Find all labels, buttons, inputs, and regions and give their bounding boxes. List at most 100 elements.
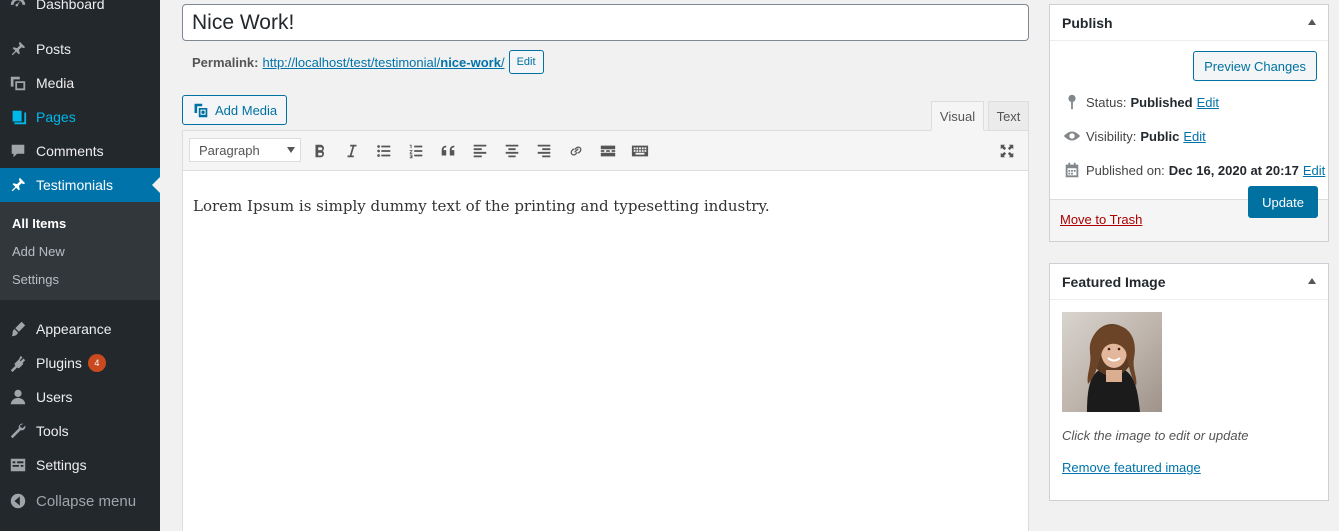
- comment-icon: [0, 142, 36, 160]
- sidebar-item-tools[interactable]: Tools: [0, 414, 160, 448]
- add-media-icon: [194, 103, 208, 117]
- sidebar-item-pages[interactable]: Pages: [0, 100, 160, 134]
- keyboard-icon: [631, 145, 649, 157]
- insert-link-button[interactable]: [564, 139, 588, 163]
- italic-icon: [347, 144, 357, 158]
- sidebar-item-testimonials[interactable]: Testimonials: [0, 168, 160, 202]
- bulleted-list-button[interactable]: [372, 139, 396, 163]
- active-indicator: [152, 177, 160, 193]
- read-more-button[interactable]: [596, 139, 620, 163]
- update-count-badge: 4: [87, 354, 106, 372]
- link-icon: [570, 146, 582, 156]
- pages-icon: [0, 108, 36, 126]
- move-to-trash-link[interactable]: Move to Trash: [1060, 212, 1142, 227]
- tab-visual[interactable]: Visual: [931, 101, 984, 131]
- status-row: Status: Published Edit: [1058, 92, 1219, 112]
- users-icon: [0, 388, 36, 406]
- admin-sidebar: Dashboard Posts Media Pages Comments Tes…: [0, 0, 160, 531]
- pushpin-icon: [0, 176, 36, 194]
- permalink-link[interactable]: http://localhost/test/testimonial/nice-w…: [262, 55, 504, 70]
- status-label: Status:: [1086, 94, 1127, 110]
- fullscreen-button[interactable]: [995, 139, 1019, 163]
- chevron-down-icon: [287, 147, 295, 153]
- remove-featured-image-link[interactable]: Remove featured image: [1062, 460, 1201, 475]
- sidebar-item-label: Pages: [36, 109, 76, 125]
- settings-icon: [0, 456, 36, 474]
- bold-button[interactable]: [308, 139, 332, 163]
- toolbar-toggle-button[interactable]: [628, 139, 652, 163]
- submenu-settings[interactable]: Settings: [12, 272, 59, 287]
- editor-toolbar: Paragraph: [183, 131, 1028, 171]
- content-editor: Paragraph Lorem Ipsum is simply dummy te…: [182, 130, 1029, 531]
- update-button[interactable]: Update: [1248, 186, 1318, 218]
- sidebar-item-label: Tools: [36, 423, 69, 439]
- edit-visibility-link[interactable]: Edit: [1183, 129, 1205, 144]
- collapse-toggle-icon[interactable]: [1308, 19, 1316, 25]
- sidebar-item-users[interactable]: Users: [0, 380, 160, 414]
- publish-box: Publish Preview Changes Status: Publishe…: [1049, 4, 1329, 242]
- calendar-icon: [1058, 161, 1086, 179]
- sidebar-item-label: Dashboard: [36, 0, 105, 12]
- collapse-menu-label: Collapse menu: [36, 492, 137, 510]
- align-left-button[interactable]: [468, 139, 492, 163]
- format-select[interactable]: Paragraph: [189, 138, 301, 162]
- numbered-list-icon: [409, 144, 423, 159]
- format-select-value: Paragraph: [199, 142, 260, 158]
- permalink-base: http://localhost/test/testimonial/: [262, 54, 441, 70]
- published-on-row: Published on: Dec 16, 2020 at 20:17 Edit: [1058, 160, 1325, 180]
- wrench-icon: [0, 422, 36, 440]
- status-value: Published: [1130, 94, 1193, 110]
- sidebar-item-dashboard[interactable]: Dashboard: [0, 0, 160, 21]
- submenu-add-new[interactable]: Add New: [12, 244, 65, 259]
- sidebar-item-label: Plugins: [36, 355, 82, 371]
- sidebar-item-posts[interactable]: Posts: [0, 32, 160, 66]
- plugin-icon: [0, 354, 36, 372]
- publish-box-header[interactable]: Publish: [1050, 5, 1328, 41]
- align-center-icon: [505, 144, 519, 158]
- sidebar-item-label: Testimonials: [36, 177, 114, 193]
- sidebar-item-label: Settings: [36, 457, 87, 473]
- bulleted-list-icon: [377, 145, 391, 157]
- visibility-value: Public: [1140, 128, 1180, 144]
- blockquote-icon: [441, 145, 455, 156]
- sidebar-item-comments[interactable]: Comments: [0, 134, 160, 168]
- permalink-tail: /: [500, 54, 505, 70]
- preview-changes-button[interactable]: Preview Changes: [1193, 51, 1317, 81]
- collapse-toggle-icon[interactable]: [1308, 278, 1316, 284]
- visibility-label: Visibility:: [1086, 128, 1137, 144]
- align-right-button[interactable]: [532, 139, 556, 163]
- bold-icon: [315, 144, 324, 158]
- sidebar-item-settings[interactable]: Settings: [0, 448, 160, 482]
- sidebar-item-media[interactable]: Media: [0, 66, 160, 100]
- permalink-row: Permalink: http://localhost/test/testimo…: [192, 50, 544, 74]
- permalink-slug: nice-work: [440, 54, 501, 70]
- pushpin-icon: [0, 40, 36, 58]
- align-center-button[interactable]: [500, 139, 524, 163]
- submenu-all-items[interactable]: All Items: [12, 216, 66, 231]
- sidebar-item-label: Users: [36, 389, 73, 405]
- featured-image-thumbnail[interactable]: [1062, 312, 1162, 412]
- edit-date-link[interactable]: Edit: [1303, 163, 1325, 178]
- eye-icon: [1058, 127, 1086, 145]
- collapse-menu-button[interactable]: Collapse menu: [0, 484, 160, 518]
- sidebar-item-label: Comments: [36, 143, 104, 159]
- featured-image-header[interactable]: Featured Image: [1050, 264, 1328, 300]
- featured-image-hint: Click the image to edit or update: [1062, 428, 1249, 443]
- tab-text[interactable]: Text: [988, 101, 1029, 131]
- dashboard-icon: [0, 0, 36, 13]
- numbered-list-button[interactable]: [404, 139, 428, 163]
- editor-content[interactable]: Lorem Ipsum is simply dummy text of the …: [183, 171, 1028, 241]
- edit-status-link[interactable]: Edit: [1197, 95, 1219, 110]
- align-right-icon: [537, 144, 551, 158]
- italic-button[interactable]: [340, 139, 364, 163]
- post-title-input[interactable]: [182, 4, 1029, 41]
- pin-icon: [1058, 93, 1086, 111]
- sidebar-item-plugins[interactable]: Plugins 4: [0, 346, 160, 380]
- portrait-image: [1087, 324, 1140, 412]
- sidebar-item-appearance[interactable]: Appearance: [0, 312, 160, 346]
- add-media-button[interactable]: Add Media: [182, 95, 287, 125]
- blockquote-button[interactable]: [436, 139, 460, 163]
- sidebar-item-label: Media: [36, 75, 75, 91]
- edit-permalink-button[interactable]: Edit: [508, 50, 544, 74]
- fullscreen-icon: [1000, 144, 1014, 158]
